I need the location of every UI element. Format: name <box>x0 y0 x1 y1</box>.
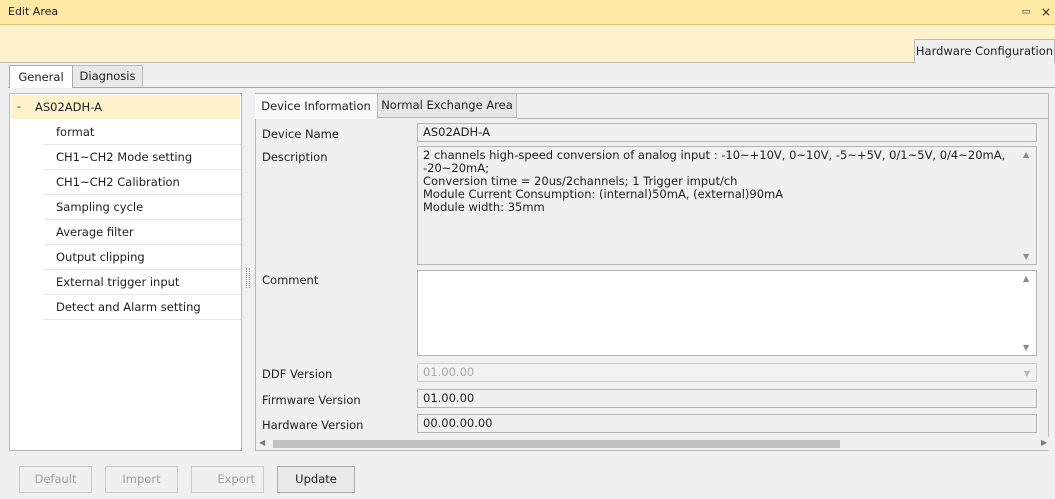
ddf-version-dropdown: 01.00.00 ▼ <box>417 363 1037 382</box>
horizontal-scroll-thumb[interactable] <box>273 440 840 448</box>
tab-hardware-configuration[interactable]: Hardware Configuration <box>914 39 1055 63</box>
device-name-label: Device Name <box>262 127 339 141</box>
document-tab-strip <box>0 25 1055 61</box>
tree-item-detect-alarm[interactable]: Detect and Alarm setting <box>44 295 241 320</box>
export-button[interactable]: Export <box>191 466 264 493</box>
update-button[interactable]: Update <box>277 466 355 493</box>
scroll-left-icon[interactable]: ◀ <box>259 438 265 447</box>
description-text: 2 channels high-speed conversion of anal… <box>423 148 1006 214</box>
tree-item-calibration[interactable]: CH1~CH2 Calibration <box>44 170 241 195</box>
import-button[interactable]: Import <box>105 466 178 493</box>
restore-icon[interactable]: ▭ <box>1018 4 1034 20</box>
scroll-down-icon[interactable]: ▼ <box>1023 343 1029 352</box>
tab-device-information[interactable]: Device Information <box>255 94 378 119</box>
tab-diagnosis[interactable]: Diagnosis <box>73 65 143 87</box>
window-title: Edit Area <box>8 5 59 18</box>
description-field[interactable]: 2 channels high-speed conversion of anal… <box>417 146 1037 265</box>
tree-item-output-clipping[interactable]: Output clipping <box>44 245 241 270</box>
ddf-version-value: 01.00.00 <box>423 365 475 379</box>
panel-tab-divider <box>517 118 1048 119</box>
scroll-right-icon[interactable]: ▶ <box>1041 438 1047 447</box>
tree-item-average-filter[interactable]: Average filter <box>44 220 241 245</box>
default-button[interactable]: Default <box>19 466 92 493</box>
comment-field[interactable]: ▲ ▼ <box>417 270 1037 356</box>
tree-root-label: AS02ADH-A <box>35 100 102 114</box>
comment-scrollbar[interactable]: ▲ ▼ <box>1019 271 1036 355</box>
tree-item-mode-setting[interactable]: CH1~CH2 Mode setting <box>44 145 241 170</box>
device-name-field: AS02ADH-A <box>417 123 1037 142</box>
splitter-grip-icon[interactable] <box>246 268 250 288</box>
scroll-up-icon[interactable]: ▲ <box>1023 150 1029 159</box>
tree-item-format[interactable]: format <box>44 120 241 145</box>
firmware-version-field: 01.00.00 <box>417 389 1037 408</box>
tab-normal-exchange-area[interactable]: Normal Exchange Area <box>378 94 517 118</box>
hardware-version-label: Hardware Version <box>262 418 364 432</box>
tabs-divider <box>8 87 1055 88</box>
tree-item-sampling-cycle[interactable]: Sampling cycle <box>44 195 241 220</box>
comment-label: Comment <box>262 273 319 287</box>
close-icon[interactable]: × <box>1038 4 1054 20</box>
description-label: Description <box>262 150 328 164</box>
tab-general[interactable]: General <box>9 65 73 88</box>
collapse-icon[interactable]: - <box>17 95 21 119</box>
settings-tree: - AS02ADH-A format CH1~CH2 Mode setting … <box>9 93 242 451</box>
hardware-version-field: 00.00.00.00 <box>417 414 1037 433</box>
tree-item-external-trigger[interactable]: External trigger input <box>44 270 241 295</box>
chevron-down-icon: ▼ <box>1023 369 1030 378</box>
window-titlebar <box>0 0 1055 25</box>
tab-strip-divider <box>0 62 1055 63</box>
scroll-down-icon[interactable]: ▼ <box>1023 252 1029 261</box>
description-scrollbar[interactable]: ▲ ▼ <box>1019 147 1036 264</box>
firmware-version-label: Firmware Version <box>262 393 361 407</box>
ddf-version-label: DDF Version <box>262 367 333 381</box>
scroll-up-icon[interactable]: ▲ <box>1023 274 1029 283</box>
tree-root-node[interactable]: - AS02ADH-A <box>11 95 240 119</box>
